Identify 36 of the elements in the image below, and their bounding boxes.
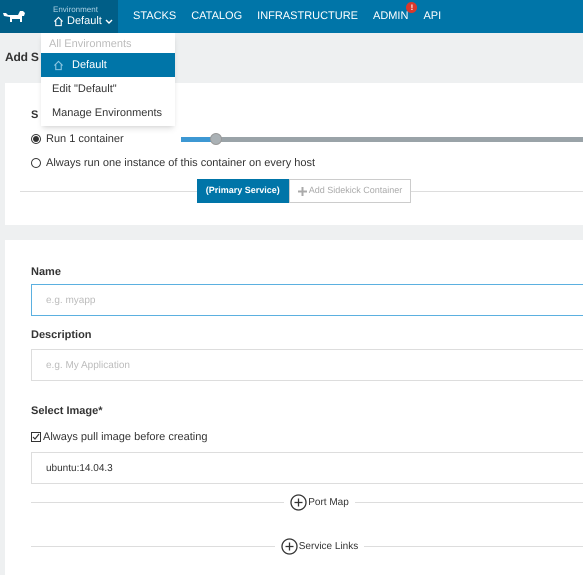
page-title: Add S — [5, 49, 39, 66]
scale-label: S — [31, 108, 38, 122]
menu-item[interactable]: Default — [41, 53, 175, 77]
cow-logo-icon — [2, 10, 28, 24]
add-section-button[interactable]: Port Map — [284, 494, 355, 511]
menu-heading: All Environments — [48, 37, 133, 52]
home-icon — [53, 16, 64, 27]
scale-slider[interactable] — [181, 133, 583, 145]
radio-button[interactable] — [31, 158, 41, 168]
chevron-down-icon — [104, 18, 113, 24]
plus-circle-icon — [290, 494, 308, 511]
nav-link[interactable]: STACKS — [133, 8, 176, 25]
nav-link[interactable]: INFRASTRUCTURE — [257, 8, 358, 25]
nav-link[interactable]: CATALOG — [191, 8, 242, 25]
environment-label: Environment — [53, 6, 99, 14]
menu-item[interactable]: Manage Environments — [41, 101, 175, 125]
plus-icon — [298, 186, 307, 196]
field-label: Description — [31, 328, 93, 343]
nav-link[interactable]: ADMIN — [372, 8, 408, 25]
radio-option[interactable]: Run 1 container — [31, 130, 181, 148]
nav-link[interactable]: API — [423, 8, 442, 25]
home-icon — [53, 60, 64, 70]
radio-button[interactable] — [31, 134, 41, 144]
pull-checkbox[interactable]: Always pull image before creating — [31, 429, 583, 445]
environment-switcher[interactable]: Default — [53, 16, 113, 27]
checkbox[interactable] — [31, 432, 41, 442]
menu-item[interactable]: Edit "Default" — [41, 77, 175, 101]
alert-badge: ! — [406, 2, 418, 14]
input-field[interactable]: ubuntu:14.04.3 — [31, 452, 583, 484]
input-field[interactable]: e.g. myapp — [31, 284, 583, 316]
add-section-button[interactable]: Service Links — [274, 538, 364, 555]
field-label: Select Image* — [31, 404, 104, 419]
service-tab[interactable]: (Primary Service) — [196, 179, 289, 203]
plus-circle-icon — [280, 538, 298, 555]
radio-option[interactable]: Always run one instance of this container on every host — [31, 154, 316, 172]
field-label: Name — [31, 265, 62, 280]
